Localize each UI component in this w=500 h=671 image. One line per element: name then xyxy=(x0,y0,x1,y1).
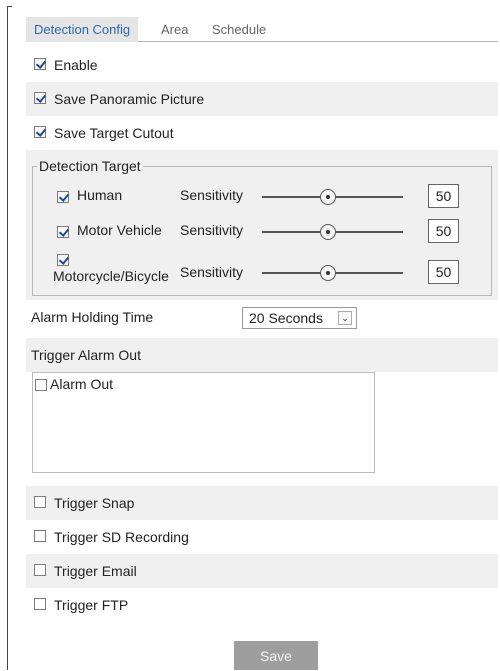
save-cutout-checkbox[interactable] xyxy=(34,126,46,138)
trigger-ftp-checkbox[interactable] xyxy=(34,598,46,610)
save-button[interactable]: Save xyxy=(234,641,318,670)
trigger-alarm-out-row: Trigger Alarm Out xyxy=(26,338,498,372)
tab-bar: Detection Config Area Schedule xyxy=(26,12,498,42)
tab-area[interactable]: Area xyxy=(153,17,196,42)
detection-target-legend: Detection Target xyxy=(39,158,141,174)
motor-vehicle-checkbox[interactable] xyxy=(57,226,69,238)
enable-checkbox[interactable] xyxy=(34,58,46,70)
motor-vehicle-sensitivity-value[interactable]: 50 xyxy=(428,219,459,243)
tab-detection-config[interactable]: Detection Config xyxy=(26,17,139,42)
target-row-motor-vehicle: Motor Vehicle Sensitivity 50 xyxy=(33,217,493,247)
trigger-ftp-row: Trigger FTP xyxy=(26,588,498,622)
motor-vehicle-sensitivity-label: Sensitivity xyxy=(180,222,244,238)
human-sensitivity-value[interactable]: 50 xyxy=(428,184,459,208)
target-row-human: Human Sensitivity 50 xyxy=(33,182,493,212)
human-sensitivity-label: Sensitivity xyxy=(180,187,244,203)
human-label: Human xyxy=(77,187,123,203)
trigger-snap-label: Trigger Snap xyxy=(54,495,135,511)
alarm-out-label: Alarm Out xyxy=(50,376,114,392)
enable-label: Enable xyxy=(54,57,98,73)
motor-vehicle-sensitivity-slider[interactable] xyxy=(262,224,403,240)
human-checkbox[interactable] xyxy=(57,191,69,203)
motorcycle-bicycle-sensitivity-label: Sensitivity xyxy=(180,264,244,280)
trigger-sd-recording-checkbox[interactable] xyxy=(34,530,46,542)
trigger-sd-recording-label: Trigger SD Recording xyxy=(54,529,189,545)
motorcycle-bicycle-slider-handle[interactable] xyxy=(320,265,336,281)
motor-vehicle-label: Motor Vehicle xyxy=(77,222,162,238)
save-panoramic-checkbox[interactable] xyxy=(34,92,46,104)
trigger-email-row: Trigger Email xyxy=(26,554,498,588)
trigger-sd-recording-row: Trigger SD Recording xyxy=(26,520,498,554)
tab-schedule[interactable]: Schedule xyxy=(204,17,274,42)
save-cutout-row: Save Target Cutout xyxy=(26,116,498,150)
alarm-out-checkbox[interactable] xyxy=(35,379,47,391)
motor-vehicle-slider-handle[interactable] xyxy=(320,224,336,240)
enable-row: Enable xyxy=(26,48,498,82)
target-row-motorcycle-bicycle: Motorcycle/Bicycle Sensitivity 50 xyxy=(33,252,493,284)
motorcycle-bicycle-sensitivity-value[interactable]: 50 xyxy=(428,260,459,284)
save-panoramic-label: Save Panoramic Picture xyxy=(54,91,205,107)
alarm-holding-time-label: Alarm Holding Time xyxy=(31,309,154,325)
motorcycle-bicycle-checkbox[interactable] xyxy=(57,254,69,266)
trigger-ftp-label: Trigger FTP xyxy=(54,597,129,613)
motorcycle-bicycle-label: Motorcycle/Bicycle xyxy=(53,268,169,284)
detection-target-section: Detection Target Human Sensitivity 50 Mo… xyxy=(26,150,498,300)
left-border-tick xyxy=(7,6,12,7)
alarm-holding-time-value: 20 Seconds xyxy=(249,310,323,326)
alarm-holding-time-select[interactable]: 20 Seconds ⌄ xyxy=(242,307,357,329)
trigger-snap-checkbox[interactable] xyxy=(34,496,46,508)
trigger-email-label: Trigger Email xyxy=(54,563,137,579)
human-slider-handle[interactable] xyxy=(320,189,336,205)
detection-target-fieldset: Detection Target Human Sensitivity 50 Mo… xyxy=(32,158,492,296)
human-sensitivity-slider[interactable] xyxy=(262,189,403,205)
alarm-out-list: Alarm Out xyxy=(32,372,375,473)
left-border-line xyxy=(7,6,8,670)
motorcycle-bicycle-sensitivity-slider[interactable] xyxy=(262,265,403,281)
trigger-email-checkbox[interactable] xyxy=(34,564,46,576)
save-cutout-label: Save Target Cutout xyxy=(54,125,174,141)
save-panoramic-row: Save Panoramic Picture xyxy=(26,82,498,116)
trigger-alarm-out-label: Trigger Alarm Out xyxy=(31,347,141,363)
chevron-down-icon[interactable]: ⌄ xyxy=(338,311,352,325)
trigger-snap-row: Trigger Snap xyxy=(26,486,498,520)
